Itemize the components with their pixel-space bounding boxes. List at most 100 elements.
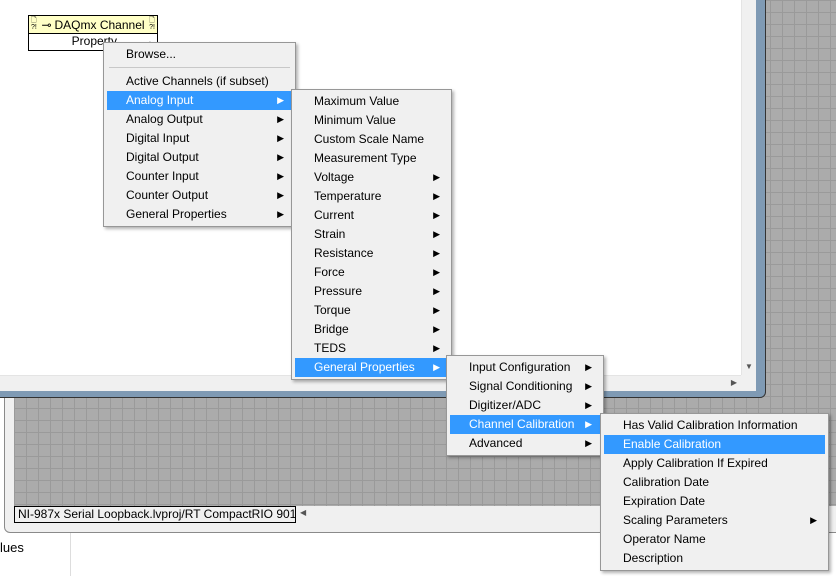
scroll-down-icon[interactable]: ▼: [745, 362, 753, 371]
menu-item-voltage[interactable]: Voltage ▶: [295, 168, 448, 187]
menu-item-expiration-date[interactable]: Expiration Date: [604, 492, 825, 511]
menu-item-apply-calibration-if-expired[interactable]: Apply Calibration If Expired: [604, 454, 825, 473]
menu-item-calibration-date[interactable]: Calibration Date: [604, 473, 825, 492]
menu-item-label: Enable Calibration: [623, 437, 722, 451]
menu-item-label: TEDS: [314, 341, 347, 355]
menu-item-counter-output[interactable]: Counter Output ▶: [107, 186, 292, 205]
menu-item-label: Bridge: [314, 322, 349, 336]
menu-item-label: General Properties: [126, 207, 227, 221]
menu-item-temperature[interactable]: Temperature ▶: [295, 187, 448, 206]
menu-item-label: Temperature: [314, 189, 382, 203]
menu-item-maximum-value[interactable]: Maximum Value: [295, 92, 448, 111]
menu-item-label: Digitizer/ADC: [469, 398, 542, 412]
submenu-arrow-icon: ▶: [585, 419, 592, 429]
menu-item-label: Description: [623, 551, 684, 565]
submenu-arrow-icon: ▶: [585, 400, 592, 410]
menu-item-label: Minimum Value: [314, 113, 396, 127]
menu-item-label: Resistance: [314, 246, 374, 260]
menu-item-label: Calibration Date: [623, 475, 710, 489]
submenu-arrow-icon: ▶: [277, 152, 284, 162]
menu-item-analog-input[interactable]: Analog Input ▶: [107, 91, 292, 110]
menu-item-input-configuration[interactable]: Input Configuration ▶: [450, 358, 600, 377]
scroll-left-icon[interactable]: ◀: [300, 508, 306, 517]
menu-item-label: Apply Calibration If Expired: [623, 456, 768, 470]
submenu-arrow-icon: ▶: [433, 286, 440, 296]
reference-out-icon: 🗋?!: [149, 17, 155, 31]
menu-item-resistance[interactable]: Resistance ▶: [295, 244, 448, 263]
menu-item-torque[interactable]: Torque ▶: [295, 301, 448, 320]
menu-item-force[interactable]: Force ▶: [295, 263, 448, 282]
menu-item-label: Custom Scale Name: [314, 132, 425, 146]
menu-item-advanced[interactable]: Advanced ▶: [450, 434, 600, 453]
menu-item-strain[interactable]: Strain ▶: [295, 225, 448, 244]
submenu-arrow-icon: ▶: [433, 362, 440, 372]
menu-item-label: Advanced: [469, 436, 523, 450]
submenu-arrow-icon: ▶: [433, 229, 440, 239]
menu-item-minimum-value[interactable]: Minimum Value: [295, 111, 448, 130]
menu-item-signal-conditioning[interactable]: Signal Conditioning ▶: [450, 377, 600, 396]
menu-item-pressure[interactable]: Pressure ▶: [295, 282, 448, 301]
menu-item-label: Browse...: [126, 47, 177, 61]
submenu-arrow-icon: ▶: [585, 381, 592, 391]
submenu-channel-calibration: Has Valid Calibration Information Enable …: [600, 413, 829, 571]
node-title: DAQmx Channel: [54, 17, 145, 32]
submenu-arrow-icon: ▶: [433, 248, 440, 258]
submenu-arrow-icon: ▶: [433, 191, 440, 201]
submenu-arrow-icon: ▶: [277, 171, 284, 181]
submenu-arrow-icon: ▶: [277, 133, 284, 143]
vertical-scrollbar[interactable]: ▼: [741, 0, 756, 375]
resize-grip[interactable]: [741, 375, 756, 391]
menu-item-label: Digital Input: [126, 131, 190, 145]
submenu-arrow-icon: ▶: [433, 267, 440, 277]
submenu-general-properties: Input Configuration ▶ Signal Conditioning ▶…: [446, 355, 604, 456]
menu-item-general-properties[interactable]: General Properties ▶: [295, 358, 448, 377]
menu-item-bridge[interactable]: Bridge ▶: [295, 320, 448, 339]
menu-item-description[interactable]: Description: [604, 549, 825, 568]
submenu-arrow-icon: ▶: [810, 515, 817, 525]
menu-item-label: Active Channels (if subset): [126, 74, 269, 88]
menu-item-label: Operator Name: [623, 532, 706, 546]
menu-item-channel-calibration[interactable]: Channel Calibration ▶: [450, 415, 600, 434]
menu-item-general-properties[interactable]: General Properties ▶: [107, 205, 292, 224]
menu-item-enable-calibration[interactable]: Enable Calibration: [604, 435, 825, 454]
submenu-arrow-icon: ▶: [433, 305, 440, 315]
menu-item-label: Strain: [314, 227, 346, 241]
submenu-arrow-icon: ▶: [585, 362, 592, 372]
menu-item-browse[interactable]: Browse...: [107, 45, 292, 64]
submenu-arrow-icon: ▶: [277, 190, 284, 200]
menu-separator: [107, 64, 292, 72]
menu-item-digital-input[interactable]: Digital Input ▶: [107, 129, 292, 148]
submenu-arrow-icon: ▶: [433, 172, 440, 182]
context-menu-channel: Browse... Active Channels (if subset) Anal…: [103, 42, 296, 227]
menu-item-has-valid-calibration-information[interactable]: Has Valid Calibration Information: [604, 416, 825, 435]
menu-item-teds[interactable]: TEDS ▶: [295, 339, 448, 358]
divider: [70, 533, 71, 576]
submenu-arrow-icon: ▶: [277, 114, 284, 124]
channel-plug-icon: ⊸: [41, 17, 52, 32]
menu-item-operator-name[interactable]: Operator Name: [604, 530, 825, 549]
menu-item-label: Counter Output: [126, 188, 209, 202]
menu-item-label: Voltage: [314, 170, 355, 184]
menu-item-counter-input[interactable]: Counter Input ▶: [107, 167, 292, 186]
menu-item-label: Analog Input: [126, 93, 194, 107]
submenu-arrow-icon: ▶: [433, 210, 440, 220]
menu-item-digitizer-adc[interactable]: Digitizer/ADC ▶: [450, 396, 600, 415]
menu-item-analog-output[interactable]: Analog Output ▶: [107, 110, 292, 129]
submenu-arrow-icon: ▶: [433, 343, 440, 353]
menu-item-label: Scaling Parameters: [623, 513, 728, 527]
menu-item-current[interactable]: Current ▶: [295, 206, 448, 225]
submenu-arrow-icon: ▶: [585, 438, 592, 448]
menu-item-scaling-parameters[interactable]: Scaling Parameters ▶: [604, 511, 825, 530]
menu-item-custom-scale-name[interactable]: Custom Scale Name: [295, 130, 448, 149]
menu-item-measurement-type[interactable]: Measurement Type: [295, 149, 448, 168]
reference-in-icon: 🗋?!: [31, 17, 37, 31]
menu-item-label: Has Valid Calibration Information: [623, 418, 798, 432]
scroll-right-icon[interactable]: ▶: [731, 378, 737, 387]
partial-label: lues: [0, 540, 24, 555]
menu-item-label: Counter Input: [126, 169, 199, 183]
submenu-arrow-icon: ▶: [277, 95, 284, 105]
menu-item-label: Input Configuration: [469, 360, 571, 374]
menu-item-digital-output[interactable]: Digital Output ▶: [107, 148, 292, 167]
submenu-analog-input: Maximum Value Minimum Value Custom Scale N…: [291, 89, 452, 380]
menu-item-active-channels-if-subset[interactable]: Active Channels (if subset): [107, 72, 292, 91]
